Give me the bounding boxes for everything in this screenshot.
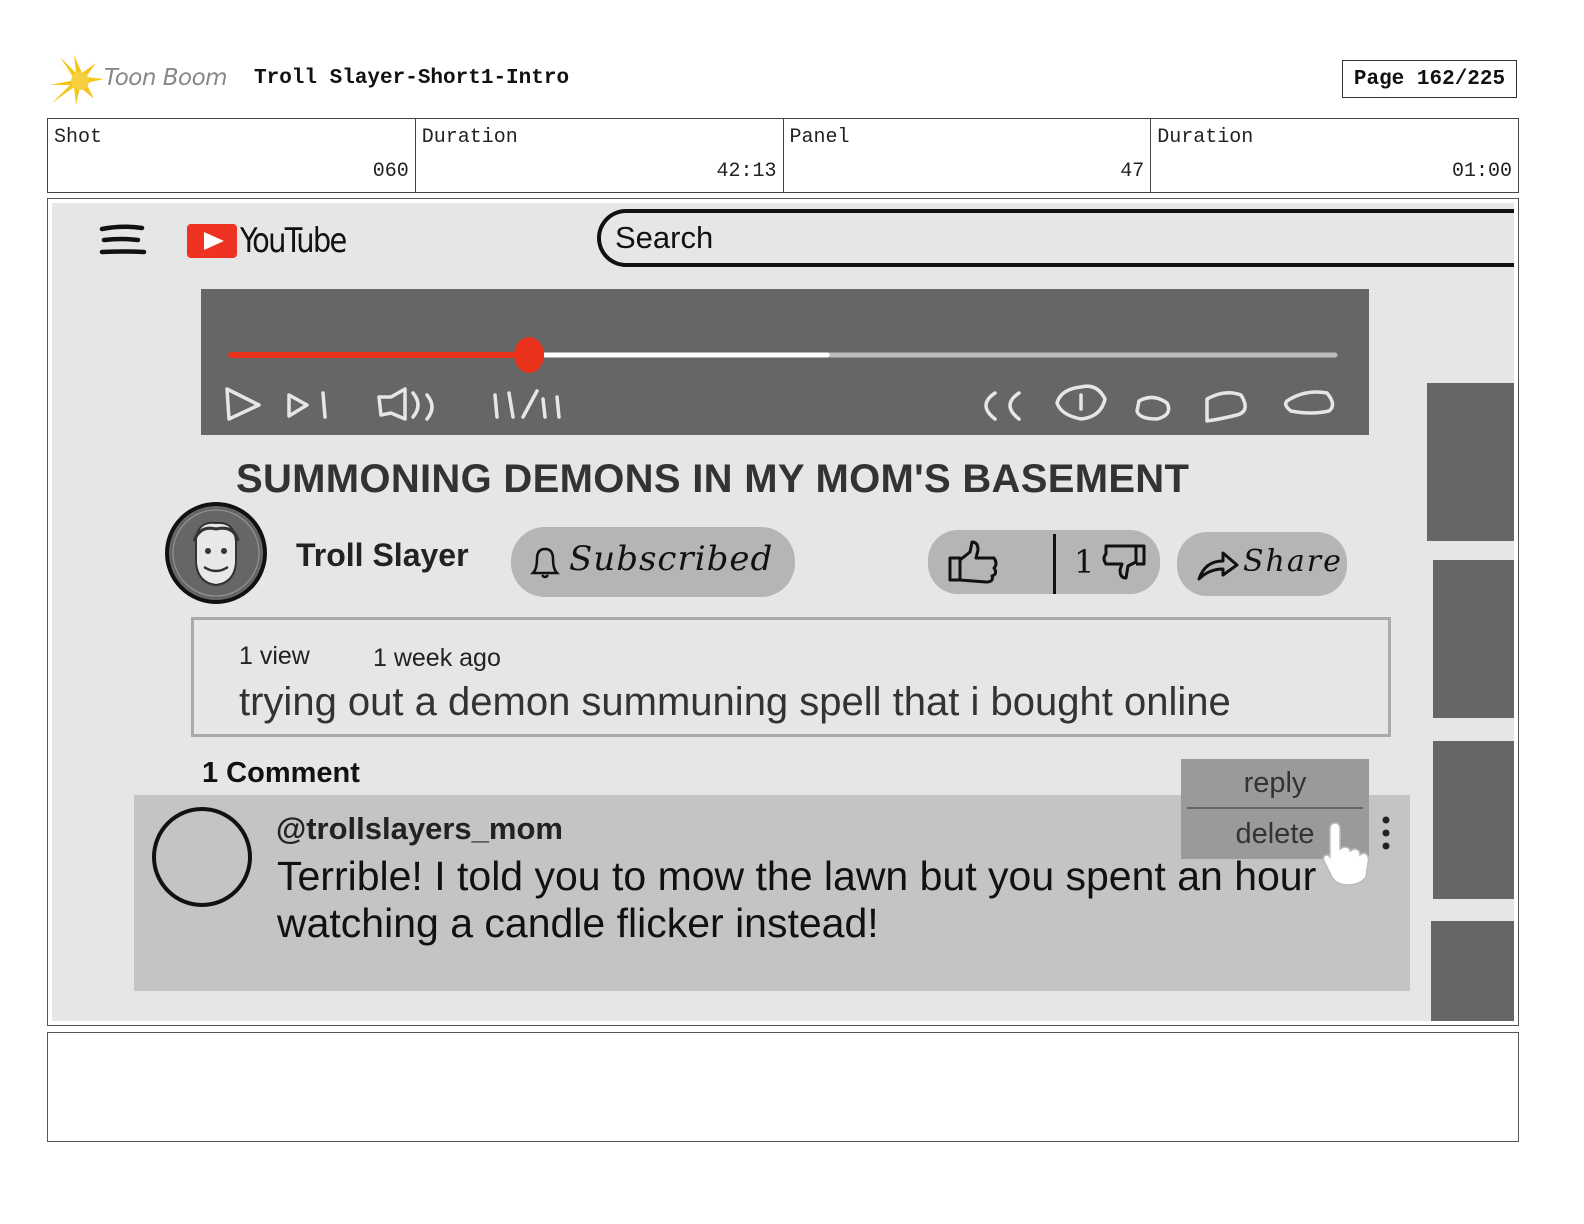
video-player[interactable] bbox=[201, 289, 1369, 435]
logo-text: Toon Boom bbox=[104, 65, 228, 91]
panel-duration-label: Duration bbox=[1157, 126, 1254, 149]
sidebar-thumbnail-1[interactable] bbox=[1427, 383, 1514, 541]
share-label: Share bbox=[1243, 544, 1343, 579]
shot-value: 060 bbox=[372, 160, 409, 183]
search-input[interactable] bbox=[615, 220, 1215, 256]
sidebar-thumbnail-3[interactable] bbox=[1433, 741, 1514, 899]
dislike-button[interactable]: 1 bbox=[1056, 530, 1160, 594]
like-button[interactable] bbox=[928, 530, 1053, 594]
hand-cursor-icon bbox=[1320, 821, 1372, 887]
description-box[interactable]: 1 view 1 week ago trying out a demon sum… bbox=[191, 617, 1391, 737]
shot-duration-cell: Duration 42:13 bbox=[416, 119, 784, 192]
bell-icon bbox=[529, 547, 561, 579]
comment-author[interactable]: @trollslayers_mom bbox=[276, 811, 563, 847]
thumbs-up-icon bbox=[948, 540, 998, 584]
hamburger-menu-icon[interactable] bbox=[98, 221, 148, 261]
shot-label: Shot bbox=[54, 126, 103, 149]
video-title: SUMMONING DEMONS IN MY MOM'S BASEMENT bbox=[236, 457, 1190, 501]
youtube-screen: YouTube Search SUMMONING DEMONS IN MY MO… bbox=[52, 203, 1514, 1021]
panel-cell: Panel 47 bbox=[784, 119, 1152, 192]
subscribe-button[interactable]: Subscribed bbox=[511, 527, 795, 597]
share-arrow-icon bbox=[1197, 551, 1239, 581]
volume-icon[interactable] bbox=[377, 387, 434, 421]
view-count: 1 view bbox=[239, 642, 310, 670]
shot-cell: Shot 060 bbox=[48, 119, 416, 192]
sidebar-thumbnail-4[interactable] bbox=[1431, 921, 1514, 1021]
play-icon[interactable] bbox=[225, 387, 261, 421]
comment-count: 1 Comment bbox=[202, 757, 360, 789]
panel-duration-cell: Duration 01:00 bbox=[1151, 119, 1518, 192]
next-icon[interactable] bbox=[287, 391, 327, 419]
youtube-play-icon bbox=[187, 224, 237, 258]
fullscreen-icon[interactable] bbox=[1283, 390, 1335, 415]
theater-mode-icon[interactable] bbox=[1205, 391, 1247, 423]
time-display-icon bbox=[493, 389, 561, 419]
menu-item-reply[interactable]: reply bbox=[1181, 759, 1369, 807]
subscribe-label: Subscribed bbox=[569, 539, 774, 579]
youtube-logo-text: YouTube bbox=[240, 221, 347, 261]
panel-value: 47 bbox=[1120, 160, 1145, 183]
search-bar[interactable] bbox=[597, 209, 1514, 267]
channel-name[interactable]: Troll Slayer bbox=[296, 537, 469, 574]
toon-boom-logo: Toon Boom bbox=[50, 55, 240, 107]
channel-avatar[interactable] bbox=[164, 501, 268, 605]
scrubber-handle[interactable] bbox=[514, 337, 545, 373]
starburst-icon bbox=[50, 55, 104, 105]
thumbs-down-icon bbox=[1102, 544, 1146, 580]
project-title: Troll Slayer-Short1-Intro bbox=[254, 67, 570, 90]
comment-text: Terrible! I told you to mow the lawn but… bbox=[277, 853, 1317, 946]
panel-duration-value: 01:00 bbox=[1451, 160, 1512, 183]
page-number: Page 162/225 bbox=[1342, 60, 1517, 98]
shot-duration-value: 42:13 bbox=[716, 160, 777, 183]
more-options-icon[interactable] bbox=[1378, 815, 1394, 855]
sidebar-thumbnail-2[interactable] bbox=[1433, 560, 1514, 718]
upload-date: 1 week ago bbox=[373, 644, 501, 672]
youtube-logo[interactable]: YouTube bbox=[186, 221, 356, 263]
panel-notes-box bbox=[47, 1032, 1519, 1142]
shot-info-table: Shot 060 Duration 42:13 Panel 47 Duratio… bbox=[47, 118, 1519, 193]
dislike-count: 1 bbox=[1074, 543, 1095, 581]
share-button[interactable]: Share bbox=[1177, 532, 1347, 596]
comment-avatar[interactable] bbox=[152, 807, 252, 907]
like-dislike-group: 1 bbox=[928, 530, 1160, 594]
shot-duration-label: Duration bbox=[421, 126, 518, 149]
miniplayer-icon[interactable] bbox=[1135, 395, 1171, 421]
storyboard-panel: YouTube Search SUMMONING DEMONS IN MY MO… bbox=[47, 198, 1519, 1026]
description-text: trying out a demon summuning spell that … bbox=[239, 680, 1231, 724]
settings-icon[interactable] bbox=[1055, 384, 1107, 421]
captions-icon[interactable] bbox=[984, 391, 1021, 421]
panel-label: Panel bbox=[789, 126, 850, 149]
